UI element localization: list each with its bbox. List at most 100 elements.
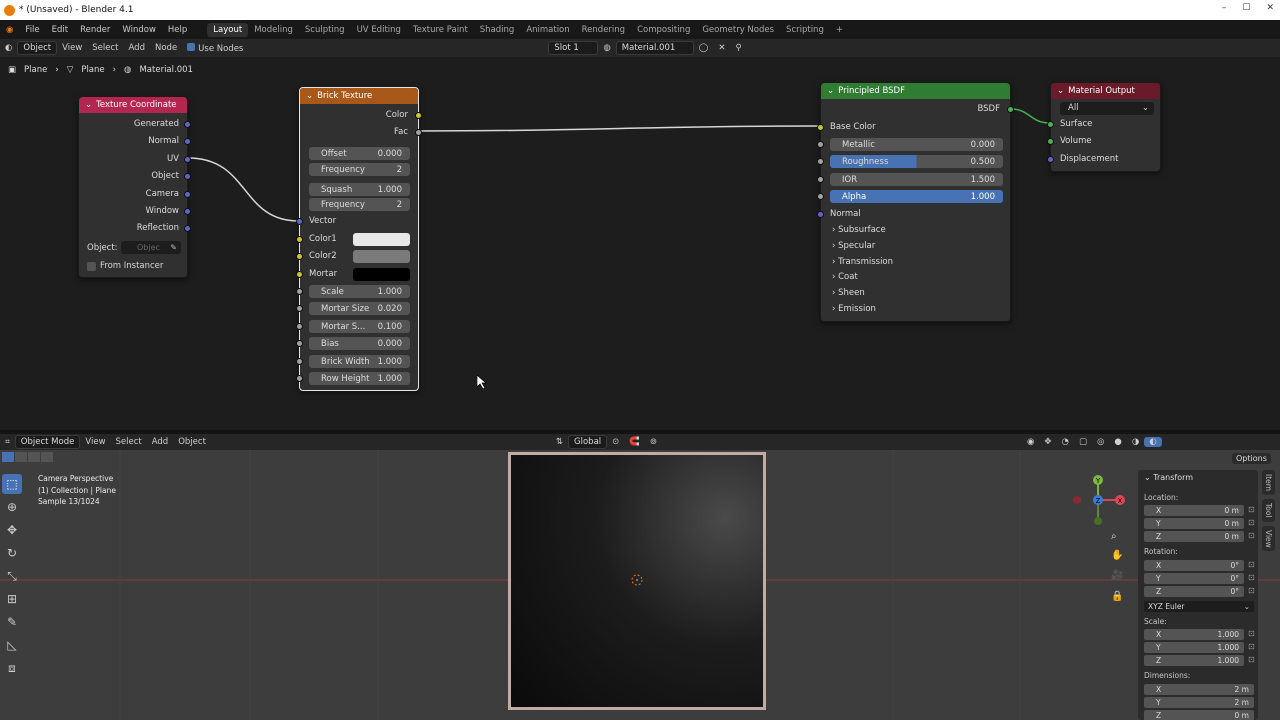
close-button[interactable]: ✕ [1266, 3, 1274, 13]
tab-animation[interactable]: Animation [520, 23, 575, 37]
tab-compositing[interactable]: Compositing [631, 23, 696, 37]
collapse-chevron-icon[interactable]: ⌄ [85, 100, 92, 110]
location-x-field[interactable]: X 0 m [1144, 505, 1244, 516]
dimensions-z-field[interactable]: Z 0 m [1144, 710, 1254, 720]
lock-icon[interactable]: ⊡ [1248, 573, 1255, 582]
tab-rendering[interactable]: Rendering [576, 23, 631, 37]
panel-transmission[interactable]: › Transmission [832, 257, 893, 267]
menu-view[interactable]: View [80, 437, 110, 447]
visibility-icon[interactable]: ◉ [1022, 437, 1039, 447]
overlay-icon[interactable]: ◔ [1057, 437, 1074, 447]
select-box-tool-icon[interactable]: ⬚ [2, 474, 22, 494]
shading-solid-icon[interactable]: ● [1109, 437, 1126, 447]
tab-geometry-nodes[interactable]: Geometry Nodes [696, 23, 780, 37]
panel-emission[interactable]: › Emission [832, 304, 876, 314]
collapse-chevron-icon[interactable]: ⌄ [827, 86, 834, 96]
fake-user-icon[interactable]: ◯ [694, 43, 714, 53]
mortar-size-field[interactable]: Mortar Size 0.020 [309, 302, 410, 315]
socket-base-color-in[interactable] [817, 124, 824, 131]
socket-bias-in[interactable] [296, 340, 303, 347]
menu-select[interactable]: Select [111, 437, 147, 447]
orientation-icon[interactable]: ⇅ [551, 437, 568, 447]
shading-material-icon[interactable]: ◑ [1127, 437, 1144, 447]
socket-normal[interactable] [184, 138, 191, 145]
add-cube-tool-icon[interactable]: ⧈ [2, 658, 22, 678]
from-instancer-checkbox[interactable]: From Instancer [87, 261, 163, 271]
maximize-button[interactable]: ☐ [1242, 3, 1250, 13]
brick-texture-node[interactable]: ⌄ Brick Texture Color Fac Offset 0.000 Fr… [296, 87, 422, 391]
pan-hand-icon[interactable]: ✋ [1111, 550, 1123, 561]
menu-add[interactable]: Add [147, 437, 173, 447]
tab-shading[interactable]: Shading [474, 23, 521, 37]
menu-window[interactable]: Window [116, 25, 162, 35]
socket-metallic-in[interactable] [817, 141, 824, 148]
row-height-field[interactable]: Row Height 1.000 [309, 372, 410, 385]
squash-field[interactable]: Squash 1.000 [309, 183, 410, 196]
socket-row-height-in[interactable] [296, 375, 303, 382]
location-z-field[interactable]: Z 0 m [1144, 531, 1244, 542]
pin-icon[interactable]: ⚲ [730, 43, 746, 53]
socket-color2-in[interactable] [296, 253, 303, 260]
socket-object[interactable] [184, 173, 191, 180]
tab-item[interactable]: Item [1262, 470, 1275, 496]
offset-frequency-field[interactable]: Frequency 2 [309, 163, 410, 176]
menu-object[interactable]: Object [173, 437, 211, 447]
slot-dropdown[interactable]: Slot 1 [548, 41, 599, 55]
tab-uv-editing[interactable]: UV Editing [351, 23, 407, 37]
mortar-swatch[interactable] [353, 268, 410, 281]
object-type-dropdown[interactable]: Object [17, 41, 58, 55]
use-nodes-checkbox[interactable]: Use Nodes [182, 42, 248, 54]
scale-y-field[interactable]: Y 1.000 [1144, 642, 1244, 653]
brick-width-field[interactable]: Brick Width 1.000 [309, 355, 410, 368]
socket-reflection[interactable] [184, 225, 191, 232]
menu-file[interactable]: File [19, 25, 45, 35]
move-tool-icon[interactable]: ✥ [2, 520, 22, 540]
rotate-tool-icon[interactable]: ↻ [2, 543, 22, 563]
eyedropper-icon[interactable]: ✎ [170, 241, 177, 254]
annotate-tool-icon[interactable]: ✎ [2, 612, 22, 632]
dimensions-y-field[interactable]: Y 2 m [1144, 697, 1254, 708]
lock-icon[interactable]: ⊡ [1248, 655, 1255, 664]
socket-normal-in[interactable] [817, 211, 824, 218]
proportional-icon[interactable]: ⊚ [645, 437, 662, 447]
socket-ior-in[interactable] [817, 176, 824, 183]
node-header[interactable]: ⌄ Texture Coordinate [79, 97, 187, 113]
target-dropdown[interactable]: All ⌄ [1060, 102, 1154, 115]
transform-tool-icon[interactable]: ⊞ [2, 589, 22, 609]
principled-bsdf-node[interactable]: ⌄ Principled BSDF BSDF Base Color Metall… [817, 82, 1014, 322]
menu-view[interactable]: View [57, 43, 87, 53]
material-output-node[interactable]: ⌄ Material Output All ⌄ Surface Volume D… [1047, 82, 1161, 172]
mode-dropdown[interactable]: Object Mode [14, 435, 81, 449]
socket-color-out[interactable] [415, 112, 422, 119]
editor-type-icon[interactable]: ⌗ [0, 437, 15, 447]
tab-sculpting[interactable]: Sculpting [299, 23, 351, 37]
object-picker[interactable]: Objec ✎ [121, 241, 181, 254]
socket-roughness-in[interactable] [817, 158, 824, 165]
editor-type-icon[interactable]: ◐ [0, 43, 17, 53]
alpha-field[interactable]: Alpha 1.000 [830, 190, 1003, 203]
camera-view-icon[interactable]: 🎥 [1111, 570, 1123, 581]
transform-header[interactable]: ⌄ Transform [1144, 473, 1193, 482]
bias-field[interactable]: Bias 0.000 [309, 337, 410, 350]
lock-icon[interactable]: ⊡ [1248, 560, 1255, 569]
panel-sheen[interactable]: › Sheen [832, 288, 865, 298]
scale-tool-icon[interactable]: ⤡ [2, 566, 22, 586]
tab-layout[interactable]: Layout [207, 22, 249, 37]
socket-bsdf-out[interactable] [1007, 106, 1014, 113]
menu-add[interactable]: Add [124, 43, 150, 53]
gizmo-icon[interactable]: ✥ [1039, 437, 1056, 447]
socket-color1-in[interactable] [296, 236, 303, 243]
menu-render[interactable]: Render [74, 25, 116, 35]
location-y-field[interactable]: Y 0 m [1144, 518, 1244, 529]
socket-vector-in[interactable] [296, 218, 303, 225]
lock-icon[interactable]: ⊡ [1248, 531, 1255, 540]
unlink-icon[interactable]: ✕ [713, 43, 730, 53]
tab-view[interactable]: View [1262, 525, 1275, 552]
rotation-y-field[interactable]: Y 0° [1144, 573, 1244, 584]
lock-icon[interactable]: ⊡ [1248, 518, 1255, 527]
tab-tool[interactable]: Tool [1262, 499, 1275, 522]
add-workspace-button[interactable]: + [830, 23, 849, 37]
node-header[interactable]: ⌄ Brick Texture [300, 88, 418, 104]
tab-modeling[interactable]: Modeling [248, 23, 299, 37]
lock-icon[interactable]: ⊡ [1248, 586, 1255, 595]
